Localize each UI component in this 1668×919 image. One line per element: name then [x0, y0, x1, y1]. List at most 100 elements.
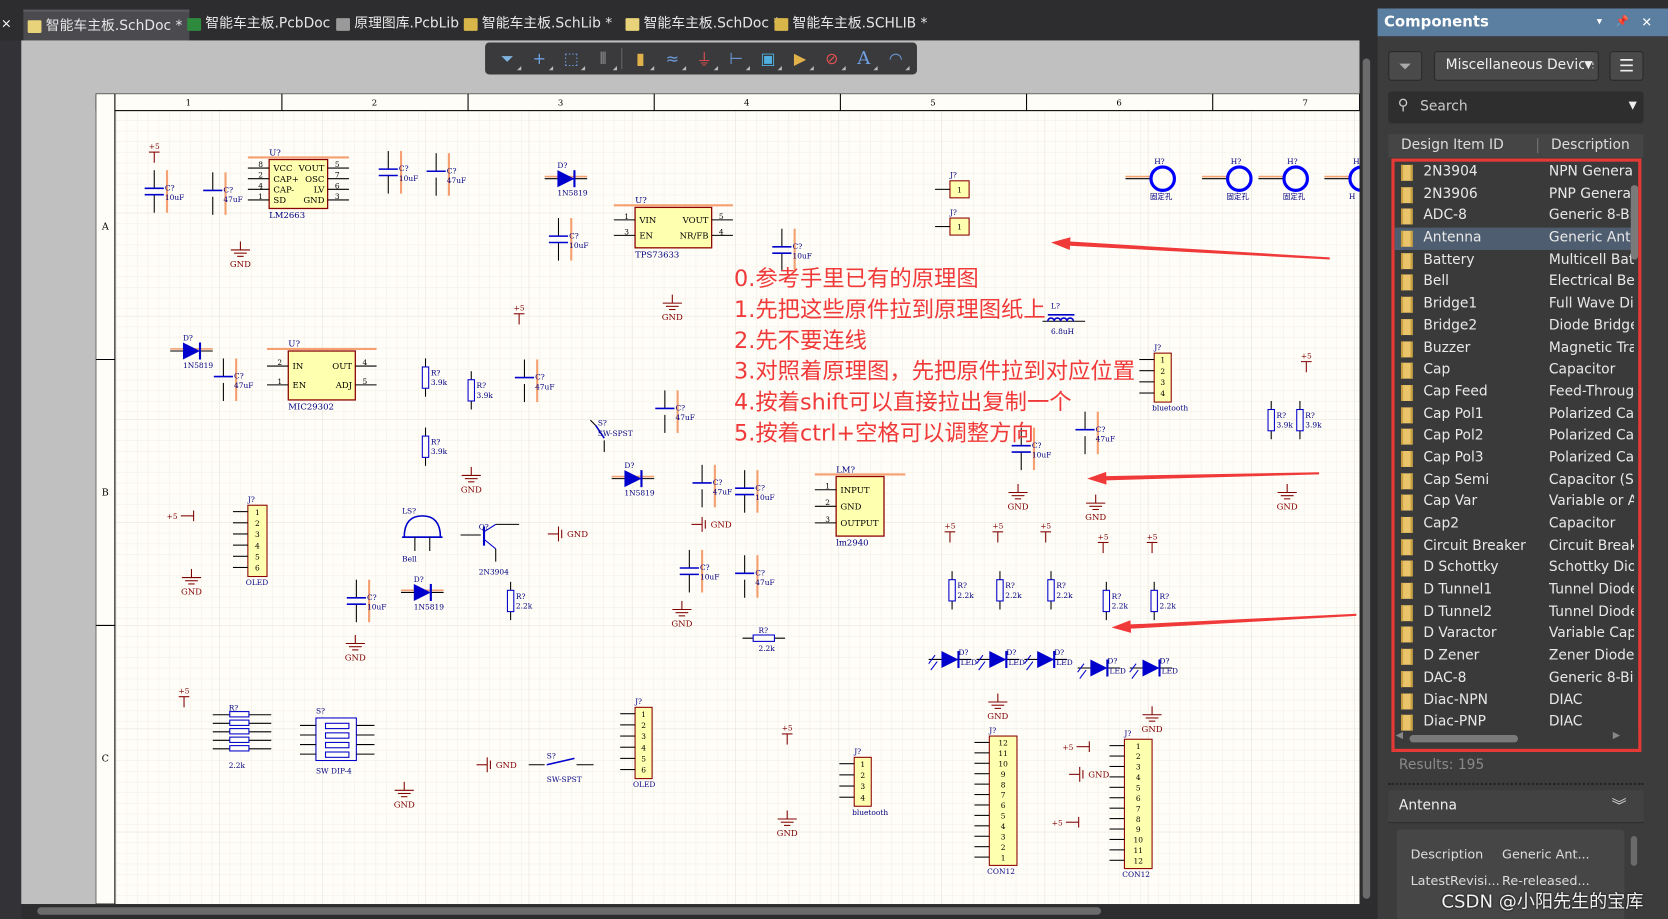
column-description[interactable]: Description — [1551, 134, 1630, 157]
text-button[interactable]: A — [848, 45, 880, 73]
pin-number: 4 — [258, 181, 263, 190]
item-description: Full Wave Dio — [1548, 295, 1634, 312]
component-list-item[interactable]: Battery Multicell Batt — [1395, 250, 1639, 272]
component-list-item[interactable]: Cap Pol2 Polarized Cap — [1395, 426, 1639, 448]
component-list-item[interactable]: 2N3904 NPN General — [1395, 162, 1639, 184]
library-dropdown[interactable]: Miscellaneous Device ▼ — [1433, 51, 1599, 81]
watermark: CSDN @小阳先生的宝库 — [1441, 891, 1644, 913]
collapse-chevron-icon[interactable]: ︾ — [1612, 795, 1627, 816]
pin-number: 3 — [335, 192, 340, 201]
component-list-item[interactable]: Cap Pol3 Polarized Cap — [1395, 448, 1639, 470]
component-list-item[interactable]: Buzzer Magnetic Tra — [1395, 338, 1639, 360]
column-divider[interactable] — [1537, 138, 1539, 154]
list-horizontal-scrollbar[interactable]: ◀ ▶ — [1394, 730, 1639, 747]
net-label-button[interactable]: ▶ — [784, 45, 816, 73]
component-list-item[interactable]: D Tunnel2 Tunnel Diode — [1395, 602, 1639, 624]
place-part-button[interactable]: ▮ — [624, 45, 656, 73]
component-list-item[interactable]: Cap Var Variable or A — [1395, 492, 1639, 514]
component-list-item[interactable]: Bridge1 Full Wave Dio — [1395, 294, 1639, 316]
connector-value: CON12 — [987, 867, 1015, 876]
component-chip-icon — [1400, 274, 1413, 291]
filter-button[interactable]: ⏷ — [1388, 51, 1423, 81]
component-list-item[interactable]: DAC-8 Generic 8-Bit — [1395, 668, 1639, 690]
diode-designator: D? — [624, 461, 634, 470]
no-erc-button[interactable]: ⊘ — [816, 45, 848, 73]
component-list-item[interactable]: Cap Feed Feed-Through — [1395, 382, 1639, 404]
list-hscroll-thumb[interactable] — [1409, 734, 1519, 743]
harness-icon: ▣ — [760, 48, 776, 69]
list-vertical-scrollbar[interactable] — [1630, 164, 1639, 728]
pin-number: 2 — [255, 519, 260, 528]
gnd-label: GND — [181, 588, 202, 598]
component-list-item[interactable]: Antenna Generic Antenna — [1394, 227, 1639, 250]
design-item-id: 2N3904 — [1423, 163, 1478, 180]
horizontal-scrollbar-thumb[interactable] — [37, 907, 1102, 915]
component-chip-icon — [1400, 230, 1413, 247]
gnd-power-button[interactable]: ⏚ — [688, 45, 720, 73]
rect-select-button[interactable]: ⬚ — [555, 45, 587, 73]
component-chip-icon — [1400, 384, 1413, 401]
filter-button[interactable]: ⏷ — [491, 45, 523, 73]
pin-icon[interactable]: 📌 — [1616, 9, 1629, 37]
bus-button[interactable]: ≈ — [656, 45, 688, 73]
component-list-item[interactable]: Bell Electrical Bell — [1395, 272, 1639, 294]
capacitor-value: 47uF — [447, 176, 466, 185]
cross-button[interactable]: + — [523, 45, 555, 73]
pin-number: 6 — [335, 181, 340, 190]
gnd-label: GND — [777, 829, 798, 839]
column-design-item-id[interactable]: Design Item ID — [1401, 134, 1504, 157]
list-vscroll-thumb[interactable] — [1630, 185, 1639, 260]
component-list-item[interactable]: Cap2 Capacitor — [1395, 514, 1639, 536]
pin-number: 3 — [860, 782, 865, 791]
capacitor-value: 10uF — [165, 193, 184, 202]
item-description: Multicell Batt — [1548, 251, 1634, 268]
scroll-left-icon[interactable]: ◀ — [1396, 731, 1403, 742]
pin-number: 4 — [1160, 389, 1165, 398]
bus-entry-button[interactable]: ⊢ — [720, 45, 752, 73]
resistor-designator: R? — [1056, 581, 1066, 590]
search-input[interactable]: ⚲ Search ▼ — [1388, 91, 1644, 124]
annotation-step: 3.对照着原理图，先把原件拉到对应位置 — [734, 358, 1136, 384]
pin-name: VCC — [272, 164, 292, 174]
search-dropdown-icon[interactable]: ▼ — [1629, 100, 1637, 112]
inductor-designator: L? — [1051, 301, 1060, 310]
resistor-designator: R? — [1277, 411, 1287, 420]
component-list-item[interactable]: D Zener Zener Diode — [1395, 646, 1639, 668]
component-list-item[interactable]: Cap Capacitor — [1395, 360, 1639, 382]
detail-scrollbar[interactable] — [1630, 836, 1638, 866]
pin-number: 2 — [1136, 752, 1141, 761]
arc-button[interactable]: ◠ — [880, 45, 912, 73]
component-list-item[interactable]: Circuit Breaker Circuit Break — [1395, 536, 1639, 558]
component-chip-icon — [1400, 516, 1413, 533]
component-list-item[interactable]: ADC-8 Generic 8-Bit — [1395, 206, 1639, 228]
capacitor-value: 10uF — [700, 573, 719, 582]
close-panel-icon[interactable]: ✕ — [1641, 9, 1652, 37]
component-list-item[interactable]: 2N3906 PNP General — [1395, 184, 1639, 206]
capacitor-value: 47uF — [713, 488, 732, 497]
component-list-item[interactable]: Cap Semi Capacitor (Se — [1395, 470, 1639, 492]
library-menu-button[interactable]: ☰ — [1609, 51, 1644, 81]
component-list-item[interactable]: Cap Pol1 Polarized Cap — [1395, 404, 1639, 426]
column-label: 4 — [744, 98, 749, 108]
component-list-item[interactable]: D Schottky Schottky Dio — [1395, 558, 1639, 580]
place-part-icon: ▮ — [635, 48, 645, 69]
align-button[interactable]: ⫴ — [587, 45, 619, 73]
gnd-label: GND — [461, 485, 482, 495]
scroll-right-icon[interactable]: ▶ — [1613, 731, 1620, 742]
panel-menu-icon[interactable]: ▾ — [1597, 9, 1602, 37]
detail-header[interactable]: Antenna ︾ — [1388, 790, 1644, 824]
schematic-sheet[interactable]: 1 2 3 4 5 6 7ABC U?LM2663VCC8CAP+2CAP-4SD1VOUT… — [0, 0, 1360, 905]
component-chip-icon — [1400, 296, 1413, 313]
harness-button[interactable]: ▣ — [752, 45, 784, 73]
inductor-value: 6.8uH — [1051, 327, 1075, 336]
left-ruler — [95, 93, 116, 905]
panel-splitter[interactable] — [1388, 782, 1644, 785]
pin-number: 5 — [641, 755, 646, 764]
component-list-item[interactable]: Bridge2 Diode Bridge — [1395, 316, 1639, 338]
component-list-item[interactable]: D Varactor Variable Cap — [1395, 624, 1639, 646]
connector-value: OLED — [246, 578, 268, 587]
pin-number: 4 — [1001, 822, 1006, 831]
component-list-item[interactable]: Diac-NPN DIAC — [1395, 690, 1639, 712]
vertical-scrollbar-thumb[interactable] — [1362, 58, 1371, 899]
component-list-item[interactable]: D Tunnel1 Tunnel Diode — [1395, 580, 1639, 602]
